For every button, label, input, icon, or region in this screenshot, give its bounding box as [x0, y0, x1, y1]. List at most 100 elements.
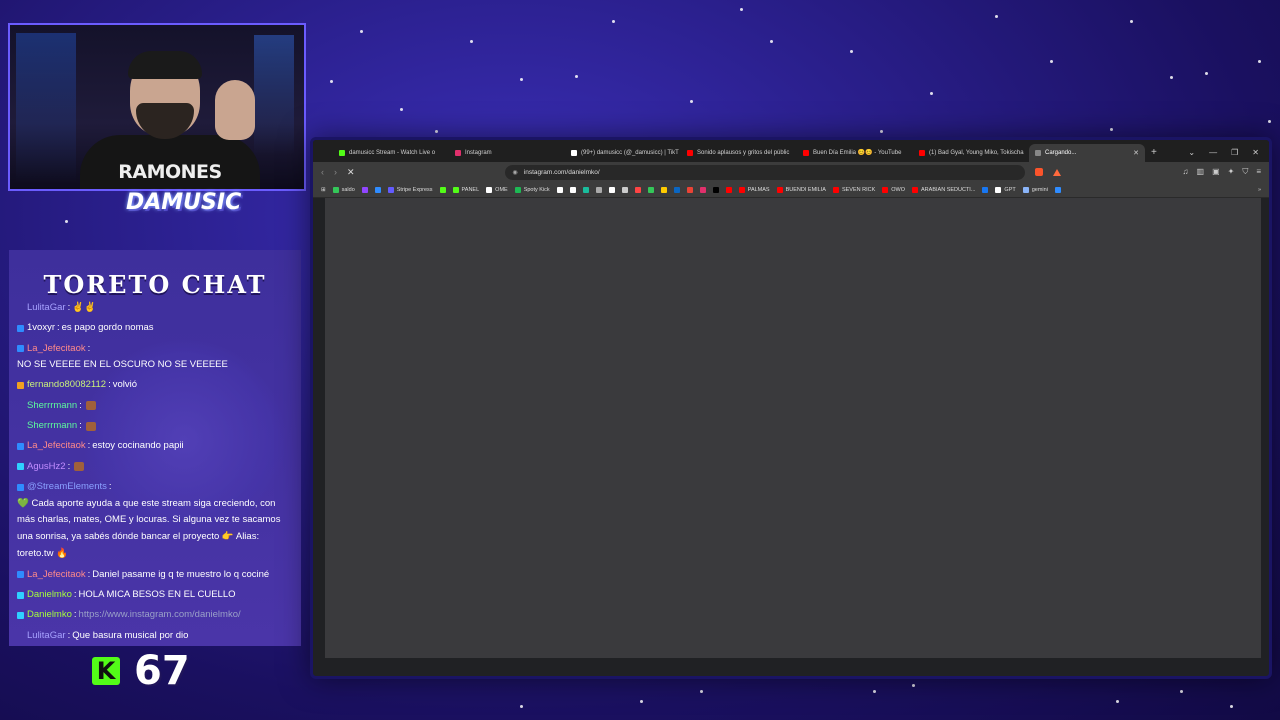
browser-tab[interactable]: damusicc Stream - Watch Live o [333, 144, 449, 162]
bookmark-item[interactable] [361, 186, 368, 193]
chat-link[interactable]: https://www.instagram.com/danielmko/ [79, 607, 241, 624]
restore-icon[interactable]: ❐ [1231, 148, 1238, 157]
bookmark-item[interactable]: saldo [332, 186, 355, 193]
bookmark-item[interactable] [582, 186, 589, 193]
bookmark-item[interactable] [621, 186, 628, 193]
chat-text: ✌✌ [72, 302, 96, 313]
vpn-icon[interactable]: ⛉ [1242, 167, 1248, 177]
bookmark-item[interactable] [439, 186, 446, 193]
chat-text: Daniel pasame ig q te muestro lo q cocin… [92, 568, 270, 580]
bookmark-item[interactable] [634, 186, 641, 193]
star [1170, 76, 1173, 79]
chat-username[interactable]: Danielmko [27, 607, 72, 624]
bookmark-item[interactable] [725, 186, 732, 193]
bookmark-item[interactable] [569, 186, 576, 193]
kick-icon: K [92, 657, 120, 685]
chat-username[interactable]: La_Jefecitaok [27, 341, 86, 358]
star [360, 30, 363, 33]
bookmark-favicon-icon [882, 186, 889, 193]
chat-username[interactable]: La_Jefecitaok [27, 567, 86, 584]
close-tab-icon[interactable]: ✕ [1133, 149, 1139, 157]
chat-message-list: LulitaGar: ✌✌ 1voxyr: es papo gordo nomas… [17, 300, 295, 646]
bookmark-favicon-icon [556, 186, 563, 193]
star [770, 40, 773, 43]
browser-tab[interactable]: (99+) damusicc (@_damusicc) | TikT [565, 144, 681, 162]
star [1268, 120, 1271, 123]
chat-message: Danielmko: https://www.instagram.com/dan… [17, 607, 295, 624]
bookmark-item[interactable]: Stripe Express [387, 186, 433, 193]
chat-message: Danielmko: HOLA MICA BESOS EN EL CUELLO [17, 587, 295, 604]
stop-loading-icon[interactable]: ✕ [347, 167, 355, 178]
bookmark-item[interactable]: GPT [995, 186, 1016, 193]
close-window-icon[interactable]: ✕ [1252, 148, 1259, 157]
browser-tab[interactable]: Instagram [449, 144, 565, 162]
bookmark-favicon-icon [912, 186, 919, 193]
bookmark-item[interactable] [982, 186, 989, 193]
chat-username[interactable]: Sherrrmann [27, 398, 77, 415]
brave-shields-icon[interactable] [1034, 168, 1043, 176]
bookmark-item[interactable]: PALMAS [738, 186, 770, 193]
media-icon[interactable]: ♫ [1183, 167, 1189, 177]
star [1050, 60, 1053, 63]
chat-username[interactable]: LulitaGar [27, 300, 66, 317]
bookmark-item[interactable] [686, 186, 693, 193]
bookmark-item[interactable] [556, 186, 563, 193]
bookmark-item[interactable] [595, 186, 602, 193]
chat-username[interactable]: 1voxyr [27, 320, 55, 337]
bookmark-item[interactable] [374, 186, 381, 193]
star [1230, 705, 1233, 708]
chat-username[interactable]: La_Jefecitaok [27, 438, 86, 455]
browser-tab[interactable]: Cargando... ✕ [1029, 143, 1145, 162]
site-info-icon[interactable]: ◉ [513, 169, 518, 176]
bookmark-item[interactable] [1054, 186, 1061, 193]
brave-rewards-icon[interactable] [1052, 168, 1061, 176]
bookmark-item[interactable]: OWO [882, 186, 905, 193]
bookmark-item[interactable]: gemini [1022, 186, 1048, 193]
minimize-icon[interactable]: — [1209, 148, 1217, 157]
chat-username[interactable]: Sherrrmann [27, 418, 77, 435]
bookmark-item[interactable] [699, 186, 706, 193]
browser-tab[interactable]: Buen Día Emilia 😊😊 - YouTube [797, 144, 913, 162]
bookmark-item[interactable]: OME [486, 186, 508, 193]
browser-tab[interactable]: (1) Bad Gyal, Young Miko, Tokischa [913, 144, 1029, 162]
bookmark-item[interactable] [712, 186, 719, 193]
forward-icon[interactable]: › [334, 167, 337, 177]
bookmark-item[interactable]: ARABIAN SEDUCTI... [912, 186, 975, 193]
streamer-hair [128, 51, 202, 79]
bookmark-item[interactable] [608, 186, 615, 193]
back-icon[interactable]: ‹ [321, 167, 324, 177]
bookmark-item[interactable]: PANEL [452, 186, 479, 193]
bookmark-favicon-icon [832, 186, 839, 193]
bookmark-item[interactable] [660, 186, 667, 193]
star [700, 690, 703, 693]
bookmark-item[interactable]: SEVEN RICK [832, 186, 875, 193]
wallet-icon[interactable]: ▣ [1212, 167, 1220, 177]
bookmark-item[interactable]: BUENDI EMILIA [776, 186, 826, 193]
extensions-icon[interactable]: ✦ [1228, 167, 1235, 177]
chat-username[interactable]: fernando80082112 [27, 377, 106, 394]
browser-tab[interactable]: Sonido aplausos y gritos del públic [681, 144, 797, 162]
new-tab-button[interactable]: + [1151, 147, 1157, 158]
chat-text: estoy cocinando papii [92, 440, 184, 452]
chat-username[interactable]: @StreamElements [27, 479, 107, 496]
tab-favicon-icon [687, 149, 693, 156]
bookmark-favicon-icon [982, 186, 989, 193]
chat-username[interactable]: Danielmko [27, 587, 72, 604]
tab-favicon-icon [1035, 149, 1041, 156]
star [1116, 700, 1119, 703]
apps-grid-icon[interactable]: ⊞ [321, 187, 326, 193]
bookmark-item[interactable] [673, 186, 680, 193]
chat-username[interactable]: LulitaGar [27, 628, 66, 645]
sidebar-icon[interactable]: ▥ [1197, 167, 1205, 177]
star [612, 20, 615, 23]
chat-separator: : [87, 342, 91, 354]
bookmark-label: Spoty Kick [523, 186, 550, 193]
chat-separator: : [108, 480, 112, 492]
more-bookmarks-icon[interactable]: » [1258, 187, 1261, 193]
chat-username[interactable]: AgusHz2 [27, 459, 66, 476]
tab-search-icon[interactable]: ⌄ [1188, 148, 1195, 157]
address-bar[interactable]: ◉ instagram.com/danielmko/ [504, 164, 1025, 180]
bookmark-item[interactable]: Spoty Kick [514, 186, 550, 193]
menu-icon[interactable]: ≡ [1256, 167, 1261, 177]
bookmark-item[interactable] [647, 186, 654, 193]
